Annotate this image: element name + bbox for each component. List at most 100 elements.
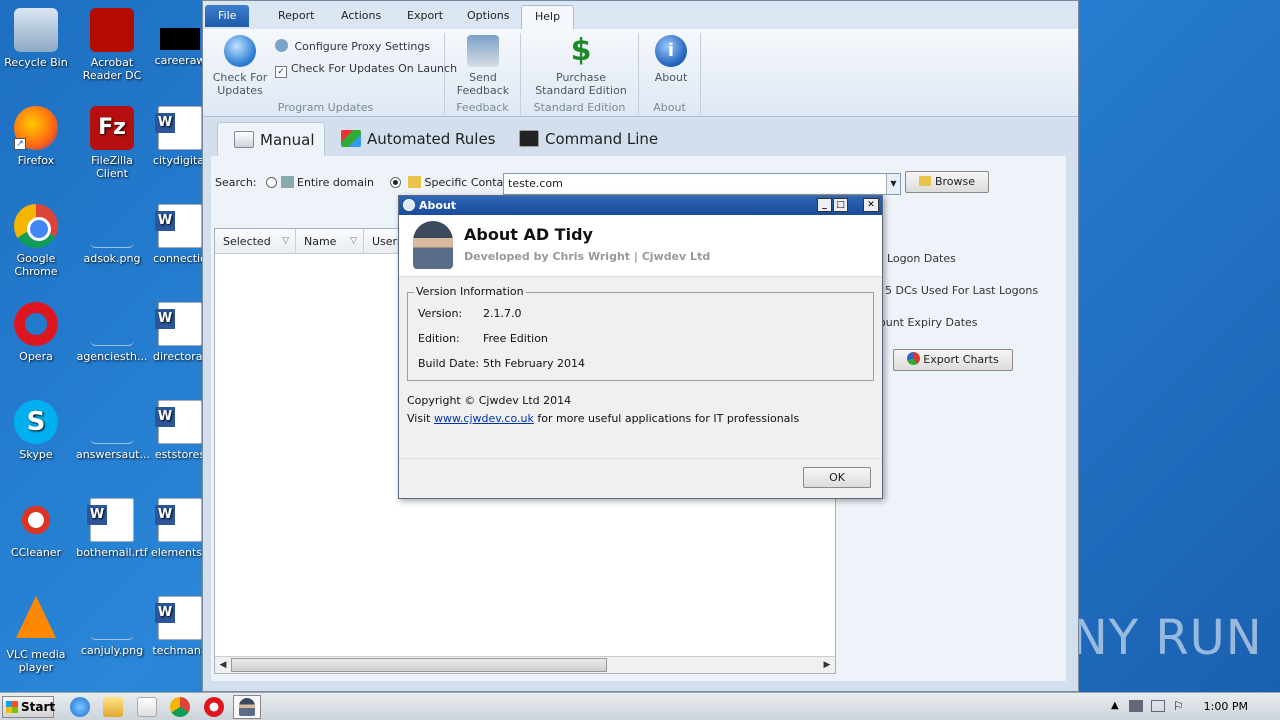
scroll-left-icon[interactable]: ◀ xyxy=(215,657,231,673)
column-name[interactable]: Name ▽ xyxy=(296,229,364,254)
ok-button[interactable]: OK xyxy=(803,467,871,488)
internet-explorer-icon[interactable] xyxy=(70,697,90,717)
proxy-icon xyxy=(275,39,288,52)
desktop-icon-canjuly[interactable]: canjuly.png xyxy=(76,596,148,657)
option-logon-dates[interactable]: Logon Dates xyxy=(887,252,956,265)
network-icon[interactable] xyxy=(1129,700,1143,712)
filter-icon[interactable]: ▽ xyxy=(350,229,357,254)
ribbon-tab-export[interactable]: Export xyxy=(394,5,456,27)
opera-icon xyxy=(14,302,58,346)
check-for-updates-button[interactable]: Check For Updates xyxy=(211,35,269,97)
version-info-legend: Version Information xyxy=(414,285,526,298)
export-charts-button[interactable]: Export Charts xyxy=(893,349,1013,371)
ccleaner-icon xyxy=(14,498,58,542)
about-button[interactable]: i About xyxy=(649,35,693,84)
ribbon-tab-report[interactable]: Report xyxy=(265,5,327,27)
recycle-bin-icon xyxy=(14,8,58,52)
website-link[interactable]: www.cjwdev.co.uk xyxy=(434,412,534,425)
version-label: Version: xyxy=(418,307,463,320)
browse-button[interactable]: Browse xyxy=(905,171,989,193)
close-button[interactable]: ✕ xyxy=(863,198,879,212)
chevron-down-icon[interactable]: ▼ xyxy=(886,174,900,194)
group-feedback: Send Feedback Feedback xyxy=(445,33,521,115)
search-label: Search: xyxy=(215,176,257,189)
manual-icon xyxy=(234,131,254,148)
image-file-icon xyxy=(90,596,134,640)
filter-icon[interactable]: ▽ xyxy=(282,229,289,254)
image-file-icon xyxy=(90,204,134,248)
container-combo[interactable]: teste.com ▼ xyxy=(503,173,901,195)
dialog-header: About AD Tidy Developed by Chris Wright … xyxy=(399,215,882,277)
chrome-icon[interactable] xyxy=(170,697,190,717)
tab-manual[interactable]: Manual xyxy=(217,122,325,156)
build-date-value: 5th February 2014 xyxy=(483,357,586,370)
maximize-button[interactable]: □ xyxy=(833,198,848,212)
dialog-heading: About AD Tidy xyxy=(464,225,593,244)
configure-proxy-settings-button[interactable]: Configure Proxy Settings xyxy=(275,39,430,53)
send-feedback-button[interactable]: Send Feedback xyxy=(453,35,513,97)
group-standard-edition: $ Purchase Standard Edition Standard Edi… xyxy=(521,33,639,115)
vlc-icon xyxy=(16,596,56,638)
explorer-icon[interactable] xyxy=(103,697,123,717)
desktop-icon-acrobat[interactable]: Acrobat Reader DC xyxy=(76,8,148,82)
scroll-right-icon[interactable]: ▶ xyxy=(819,657,835,673)
desktop-icon-recycle-bin[interactable]: Recycle Bin xyxy=(0,8,72,69)
ribbon-tab-help[interactable]: Help xyxy=(521,5,575,29)
desktop-icon-chrome[interactable]: Google Chrome xyxy=(0,204,72,278)
tab-command-line[interactable]: Command Line xyxy=(503,122,663,156)
show-hidden-icons-icon[interactable]: ▲ xyxy=(1111,700,1119,711)
desktop-icon-bothemail[interactable]: bothemail.rtf xyxy=(76,498,148,559)
firefox-icon: ↗ xyxy=(14,106,58,150)
option-dcs-used[interactable]: 5 DCs Used For Last Logons xyxy=(885,284,1038,297)
desktop-icon-agenciesth[interactable]: agenciesth... xyxy=(76,302,148,363)
option-account-expiry[interactable]: ount Expiry Dates xyxy=(879,316,978,329)
app-icon xyxy=(403,199,415,211)
opera-icon[interactable] xyxy=(204,697,224,717)
word-doc-icon xyxy=(155,204,202,248)
desktop-icon-vlc[interactable]: VLC media player xyxy=(0,596,72,674)
taskbar: Start ▲ ⚐ 1:00 PM xyxy=(0,692,1280,720)
word-doc-icon xyxy=(155,302,202,346)
desktop-icon-filezilla[interactable]: Fz FileZilla Client xyxy=(76,106,148,180)
desktop-icon-answersaut[interactable]: answersaut... xyxy=(76,400,150,461)
acrobat-icon xyxy=(90,8,134,52)
desktop-icon-skype[interactable]: S Skype xyxy=(0,400,72,461)
clock[interactable]: 1:00 PM xyxy=(1204,700,1248,713)
ad-tidy-icon xyxy=(239,698,255,716)
dialog-title: About xyxy=(419,199,457,212)
ribbon-tab-options[interactable]: Options xyxy=(454,5,522,27)
media-player-icon[interactable] xyxy=(137,697,157,717)
radio-specific-container[interactable] xyxy=(389,177,401,188)
tab-automated-rules[interactable]: Automated Rules xyxy=(325,122,497,156)
desktop-icon-opera[interactable]: Opera xyxy=(0,302,72,363)
purchase-standard-button[interactable]: $ Purchase Standard Edition xyxy=(531,35,631,98)
word-doc-icon xyxy=(155,400,202,444)
flag-icon[interactable]: ⚐ xyxy=(1173,699,1184,713)
folder-icon xyxy=(408,176,422,188)
minimize-button[interactable]: _ xyxy=(817,198,832,212)
filezilla-icon: Fz xyxy=(90,106,134,150)
folder-icon xyxy=(918,176,931,186)
edition-label: Edition: xyxy=(418,332,460,345)
volume-icon[interactable] xyxy=(1151,700,1165,712)
radio-entire-domain[interactable] xyxy=(266,177,277,188)
check-on-launch-checkbox[interactable]: ✓ Check For Updates On Launch xyxy=(275,62,457,78)
skype-icon: S xyxy=(14,400,58,444)
taskbar-ad-tidy[interactable] xyxy=(233,695,261,719)
chrome-icon xyxy=(14,204,58,248)
visit-text: Visit www.cjwdev.co.uk for more useful a… xyxy=(407,412,800,425)
scroll-thumb[interactable] xyxy=(231,658,607,672)
edition-value: Free Edition xyxy=(483,332,548,345)
dialog-subheading: Developed by Chris Wright | Cjwdev Ltd xyxy=(464,250,711,263)
ribbon-tab-actions[interactable]: Actions xyxy=(328,5,394,27)
start-button[interactable]: Start xyxy=(2,696,55,718)
horizontal-scrollbar[interactable]: ◀ ▶ xyxy=(215,656,835,673)
build-date-label: Build Date: xyxy=(418,357,480,370)
desktop-icon-firefox[interactable]: ↗ Firefox xyxy=(0,106,72,167)
feedback-icon xyxy=(467,35,499,67)
desktop-icon-adsok[interactable]: adsok.png xyxy=(76,204,148,265)
ribbon-tab-file[interactable]: File xyxy=(205,5,250,27)
globe-update-icon xyxy=(224,35,256,67)
column-selected[interactable]: Selected ▽ xyxy=(215,229,296,254)
desktop-icon-ccleaner[interactable]: CCleaner xyxy=(0,498,72,559)
